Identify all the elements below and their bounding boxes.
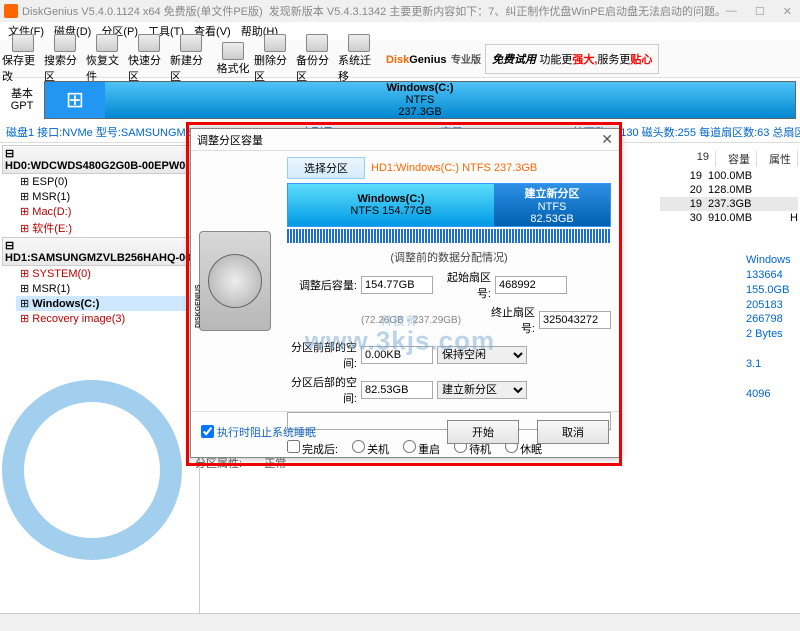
partition-preview-bar[interactable]: Windows(C:)NTFS 154.77GB 建立新分区NTFS82.53G… <box>287 183 611 227</box>
input-start-sector[interactable] <box>495 276 567 294</box>
lbl-back-space: 分区后部的空间: <box>287 374 357 406</box>
radio-shutdown[interactable] <box>352 440 365 453</box>
tb-new[interactable]: 新建分区 <box>170 34 212 84</box>
radio-reboot[interactable] <box>403 440 416 453</box>
quick-icon <box>138 34 160 52</box>
select-back-action[interactable]: 建立新分区 <box>437 381 527 399</box>
window-title: DiskGenius V5.4.0.1124 x64 免费版(单文件PE版) <box>22 6 263 18</box>
part-props: Windows133664155.0GB 2051832667982 Bytes… <box>746 253 794 401</box>
input-front-space[interactable] <box>361 346 433 364</box>
lbl-after-size: 调整后容量: <box>287 277 357 293</box>
input-back-space[interactable] <box>361 381 433 399</box>
status-bar <box>0 613 800 631</box>
promo-banner: 免费试用 功能更强大, 服务更贴心 <box>485 44 659 74</box>
preview-partition-keep[interactable]: Windows(C:)NTFS 154.77GB <box>288 184 494 226</box>
preview-partition-new[interactable]: 建立新分区NTFS82.53GB <box>494 184 610 226</box>
maximize-icon[interactable]: ☐ <box>755 5 765 18</box>
format-icon <box>222 42 244 60</box>
lbl-end-sector: 终止扇区号: <box>481 304 535 336</box>
tree-disk0[interactable]: ⊟ HD0:WDCWDS480G2G0B-00EPW0( <box>2 145 197 174</box>
brand-logo: DiskGenius 专业版 <box>386 50 481 68</box>
save-icon <box>12 34 34 52</box>
tree-macd[interactable]: ⊞ Mac(D:) <box>16 204 197 219</box>
lbl-start-sector: 起始扇区号: <box>437 269 491 301</box>
tree-msr1[interactable]: ⊞ MSR(1) <box>16 281 197 296</box>
backup-icon <box>306 34 328 52</box>
hdd-illustration: DISKGENIUS <box>199 231 271 331</box>
input-end-sector[interactable] <box>539 311 611 329</box>
new-icon <box>180 34 202 52</box>
select-front-action[interactable]: 保持空闲 <box>437 346 527 364</box>
tb-migrate[interactable]: 系统迁移 <box>338 34 380 84</box>
recover-icon <box>96 34 118 52</box>
tb-format[interactable]: 格式化 <box>212 42 254 76</box>
size-range: (72.26GB - 237.29GB) <box>361 315 461 326</box>
tb-backup[interactable]: 备份分区 <box>296 34 338 84</box>
search-icon <box>54 34 76 52</box>
dialog-title: 调整分区容量 <box>197 132 263 148</box>
tb-quick[interactable]: 快速分区 <box>128 34 170 84</box>
selected-partition-path: HD1:Windows(C:) NTFS 237.3GB <box>371 162 537 174</box>
disk-map[interactable]: ⊞ Windows(C:)NTFS237.3GB <box>44 81 796 119</box>
cancel-button[interactable]: 取消 <box>537 420 609 444</box>
update-tip: 发现新版本 V5.4.3.1342 主要更新内容如下：7、纠正制作优盘WinPE… <box>269 6 726 18</box>
tree-system[interactable]: ⊞ SYSTEM(0) <box>16 266 197 281</box>
tree-msr0[interactable]: ⊞ MSR(1) <box>16 189 197 204</box>
disk-tree[interactable]: ⊟ HD0:WDCWDS480G2G0B-00EPW0( ⊞ ESP(0) ⊞ … <box>0 143 200 613</box>
windows-flag-icon: ⊞ <box>45 82 105 118</box>
tb-recover[interactable]: 恢复文件 <box>86 34 128 84</box>
migrate-icon <box>348 34 370 52</box>
delete-icon <box>264 34 286 52</box>
dialog-close-icon[interactable]: ✕ <box>601 131 613 148</box>
tb-delete[interactable]: 删除分区 <box>254 34 296 84</box>
preview-hint: (调整前的数据分配情况) <box>287 249 611 265</box>
lbl-front-space: 分区前部的空间: <box>287 339 357 371</box>
resize-dialog: 调整分区容量 ✕ DISKGENIUS 选择分区 HD1:Windows(C:)… <box>190 128 620 458</box>
tb-save[interactable]: 保存更改 <box>2 34 44 84</box>
tree-recovery[interactable]: ⊞ Recovery image(3) <box>16 311 197 326</box>
minimize-icon[interactable]: — <box>726 5 737 18</box>
disk-type-label: 基本GPT <box>4 88 40 112</box>
tree-windowsc[interactable]: ⊞ Windows(C:) <box>16 296 197 311</box>
close-icon[interactable]: ✕ <box>783 5 792 18</box>
tree-disk1[interactable]: ⊟ HD1:SAMSUNGMZVLB256HAHQ-00 <box>2 237 197 266</box>
app-icon <box>4 4 18 18</box>
tree-soft[interactable]: ⊞ 软件(E:) <box>16 219 197 237</box>
chk-after-done[interactable] <box>287 440 300 453</box>
start-button[interactable]: 开始 <box>447 420 519 444</box>
part-table-header: 19容量属性 <box>691 151 798 167</box>
input-after-size[interactable] <box>361 276 433 294</box>
select-partition-button[interactable]: 选择分区 <box>287 157 365 179</box>
usage-wave <box>287 229 611 243</box>
tb-search[interactable]: 搜索分区 <box>44 34 86 84</box>
tree-esp[interactable]: ⊞ ESP(0) <box>16 174 197 189</box>
part-table[interactable]: 19100.0MB 20128.0MB 19237.3GB 30910.0MBH <box>660 169 798 225</box>
chk-prevent-sleep[interactable] <box>201 425 214 438</box>
